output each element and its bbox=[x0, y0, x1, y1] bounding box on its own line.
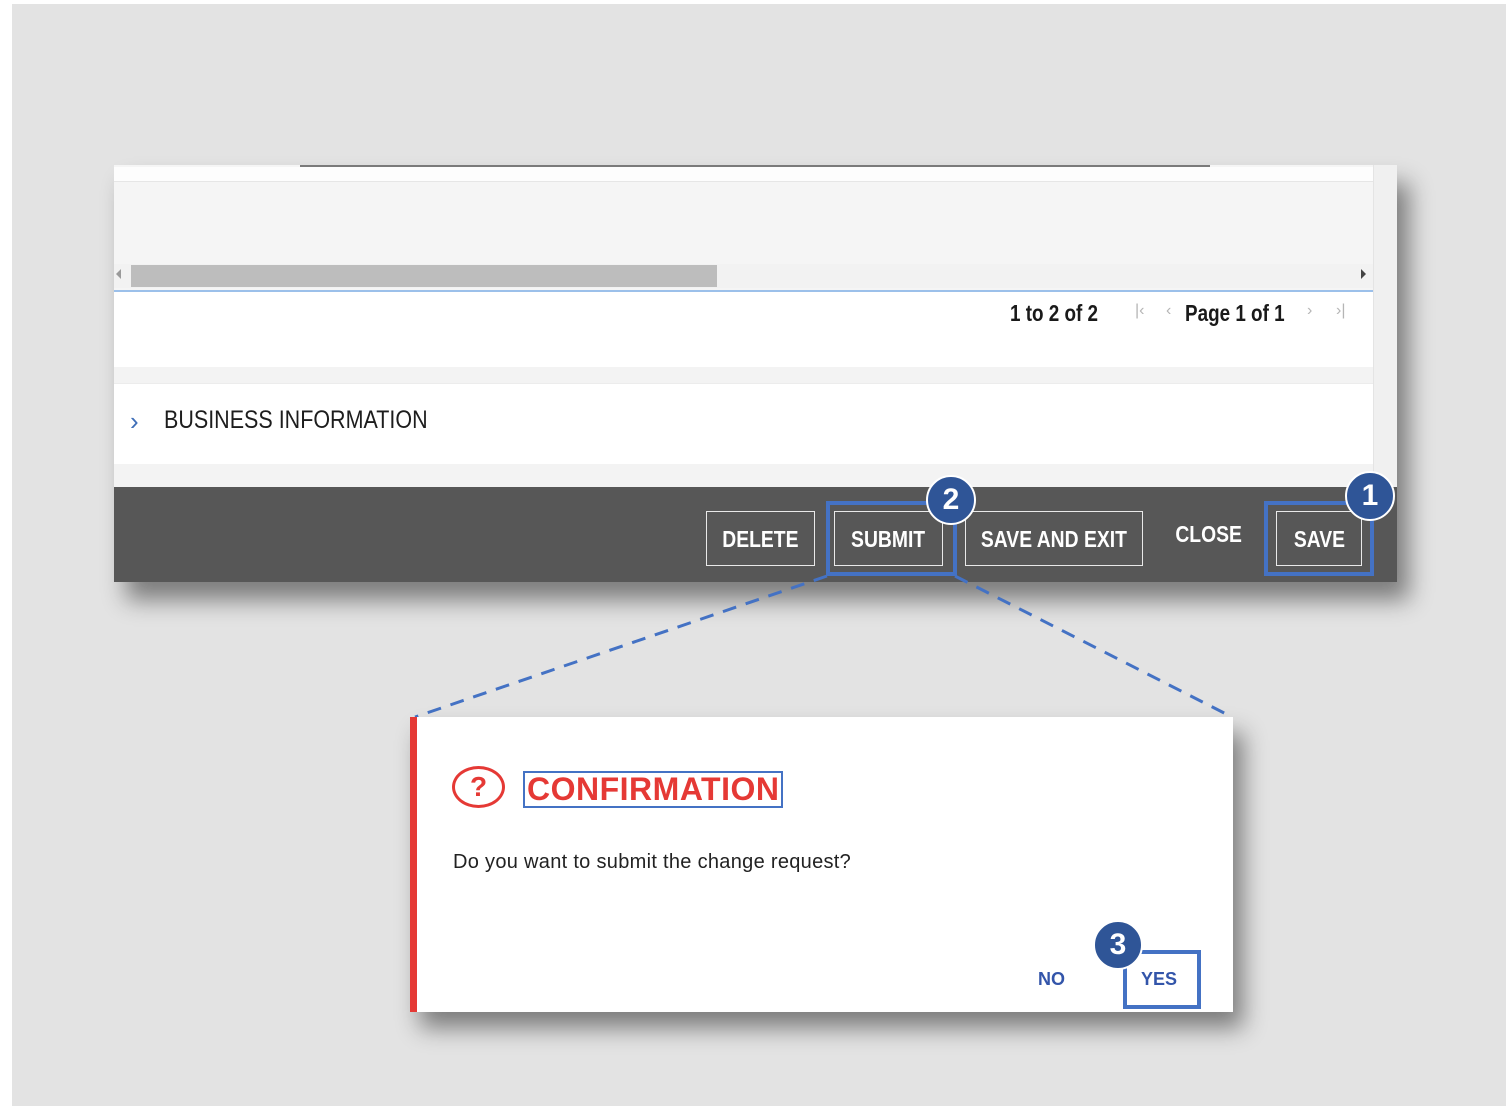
step-badge-2: 2 bbox=[926, 475, 976, 525]
scroll-left-arrow-icon[interactable] bbox=[116, 269, 121, 279]
grid-content-area bbox=[114, 182, 1373, 262]
pagination-bar: 1 to 2 of 2 |‹ ‹ Page 1 of 1 › ›| bbox=[114, 292, 1373, 367]
dialog-title: CONFIRMATION bbox=[523, 771, 784, 808]
dialog-message: Do you want to submit the change request… bbox=[453, 851, 852, 873]
prev-page-icon[interactable]: ‹ bbox=[1166, 302, 1171, 320]
scrollbar-thumb[interactable] bbox=[131, 265, 717, 287]
action-footer: DELETE SUBMIT SAVE AND EXIT CLOSE SAVE bbox=[114, 487, 1397, 582]
close-button[interactable]: CLOSE bbox=[1164, 507, 1254, 562]
horizontal-scrollbar[interactable] bbox=[114, 264, 1373, 288]
question-icon: ? bbox=[452, 766, 505, 808]
last-page-icon[interactable]: ›| bbox=[1336, 302, 1345, 320]
vertical-scroll-gutter[interactable] bbox=[1373, 165, 1397, 487]
delete-button-label: DELETE bbox=[722, 526, 799, 552]
save-and-exit-button-label: SAVE AND EXIT bbox=[980, 526, 1128, 552]
no-button[interactable]: NO bbox=[1038, 969, 1065, 990]
section-title: BUSINESS INFORMATION bbox=[164, 406, 428, 434]
section-business-information[interactable]: › BUSINESS INFORMATION bbox=[114, 383, 1373, 465]
step-badge-3: 3 bbox=[1093, 920, 1143, 970]
section-gap-bottom bbox=[114, 464, 1373, 487]
form-panel: 1 to 2 of 2 |‹ ‹ Page 1 of 1 › ›| › BUSI… bbox=[114, 165, 1397, 582]
chevron-right-icon[interactable]: › bbox=[130, 406, 139, 436]
next-page-icon[interactable]: › bbox=[1307, 302, 1312, 320]
close-button-label: CLOSE bbox=[1175, 521, 1243, 547]
record-count: 1 to 2 of 2 bbox=[1010, 300, 1099, 326]
save-and-exit-button[interactable]: SAVE AND EXIT bbox=[965, 511, 1143, 566]
dialog-accent-bar bbox=[410, 717, 417, 1012]
section-gap bbox=[114, 367, 1373, 383]
delete-button[interactable]: DELETE bbox=[706, 511, 815, 566]
scroll-right-arrow-icon[interactable] bbox=[1361, 269, 1366, 279]
page-indicator: Page 1 of 1 bbox=[1185, 300, 1285, 326]
top-strip bbox=[114, 167, 1373, 182]
first-page-icon[interactable]: |‹ bbox=[1135, 302, 1144, 320]
step-badge-1: 1 bbox=[1345, 471, 1395, 521]
